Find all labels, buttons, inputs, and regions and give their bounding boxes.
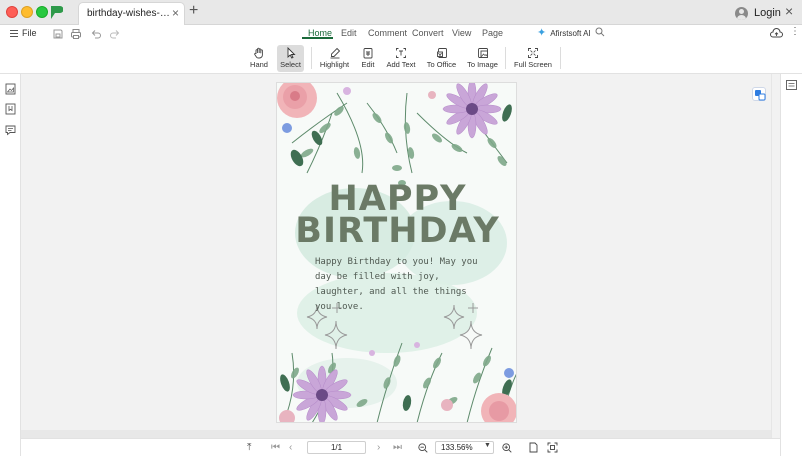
fullscreen-icon	[528, 48, 538, 58]
edit-icon	[363, 48, 373, 59]
app-logo-icon	[51, 6, 63, 19]
ai-assistant-button[interactable]: ✦ Afirstsoft AI	[537, 27, 591, 39]
last-page-icon[interactable]: ⏭	[393, 442, 402, 453]
left-sidebar	[0, 74, 21, 456]
new-tab-button[interactable]: +	[189, 2, 198, 20]
document-tab[interactable]: birthday-wishes-for-w... ×	[78, 2, 185, 25]
search-icon[interactable]	[595, 27, 605, 37]
hand-tool-label: Hand	[250, 60, 268, 69]
first-page-icon[interactable]: ⤒	[247, 442, 251, 453]
select-tool-button[interactable]: Select	[277, 45, 304, 72]
cloud-upload-icon[interactable]	[770, 28, 783, 38]
comments-icon[interactable]	[5, 124, 16, 136]
thumbnails-icon[interactable]	[5, 83, 16, 95]
floral-artwork	[277, 83, 516, 422]
highlight-tool-label: Highlight	[319, 60, 350, 69]
minimize-window-button[interactable]	[21, 6, 33, 18]
birthday-message: Happy Birthday to you! May you day be fi…	[315, 257, 478, 312]
tab-page[interactable]: Page	[482, 28, 503, 38]
headline-birthday: BIRTHDAY	[295, 211, 500, 251]
toolbar-separator	[311, 47, 312, 69]
tab-comment[interactable]: Comment	[368, 28, 407, 38]
bookmark-icon[interactable]	[5, 103, 16, 115]
fit-screen-icon[interactable]	[547, 442, 558, 453]
document-tab-title: birthday-wishes-for-w...	[87, 8, 171, 19]
add-text-tool-button[interactable]: Add Text	[385, 45, 417, 72]
page-number-input[interactable]: 1/1	[307, 441, 366, 454]
zoom-in-icon[interactable]	[502, 443, 512, 453]
active-tab-indicator	[302, 37, 333, 39]
toolbar-separator	[505, 47, 506, 69]
ai-sparkle-icon: ✦	[537, 27, 547, 39]
pdf-page: HAPPY BIRTHDAY Happy Birthday to you! Ma…	[276, 82, 517, 423]
close-tab-icon[interactable]: ×	[172, 6, 179, 20]
title-bar: birthday-wishes-for-w... × + Login ×	[0, 0, 802, 25]
highlight-tool-button[interactable]: Highlight	[318, 45, 351, 72]
login-button[interactable]: Login	[735, 5, 781, 21]
single-page-view-icon[interactable]	[529, 442, 538, 453]
full-screen-tool-button[interactable]: Full Screen	[513, 45, 553, 72]
select-tool-label: Select	[280, 60, 301, 69]
undo-icon[interactable]	[90, 28, 102, 40]
save-icon[interactable]	[52, 28, 64, 40]
to-image-tool-button[interactable]: To Image	[466, 45, 499, 72]
ribbon-toolbar: Hand Select Highlight Edit Add Text To O…	[0, 43, 802, 74]
highlight-icon	[330, 47, 340, 59]
user-icon	[735, 6, 748, 20]
menu-bar: File Home Edit Comment Convert View Page…	[0, 25, 802, 43]
login-label: Login	[754, 7, 781, 19]
previous-page-icon[interactable]: ‹	[289, 442, 292, 453]
to-image-tool-label: To Image	[467, 60, 498, 69]
tab-convert[interactable]: Convert	[412, 28, 444, 38]
add-text-icon	[396, 48, 406, 58]
jump-start-icon[interactable]: ⏮	[271, 442, 280, 453]
tab-edit[interactable]: Edit	[341, 28, 357, 38]
vertical-scrollbar[interactable]	[771, 74, 780, 438]
hand-tool-button[interactable]: Hand	[247, 45, 271, 72]
tab-view[interactable]: View	[452, 28, 471, 38]
zoom-out-icon[interactable]	[418, 443, 428, 453]
full-screen-tool-label: Full Screen	[514, 60, 552, 69]
edit-tool-label: Edit	[361, 60, 375, 69]
file-menu-label: File	[22, 28, 37, 38]
more-options-icon[interactable]: ⋮	[790, 26, 800, 37]
add-text-tool-label: Add Text	[386, 60, 416, 69]
toolbar-separator	[560, 47, 561, 69]
maximize-window-button[interactable]	[36, 6, 48, 18]
chevron-down-icon: ▼	[484, 442, 491, 449]
close-window-button[interactable]	[6, 6, 18, 18]
file-menu-button[interactable]: File	[10, 28, 37, 38]
redo-icon[interactable]	[109, 28, 121, 40]
hand-icon	[254, 47, 263, 59]
translate-icon[interactable]	[752, 87, 766, 101]
to-office-tool-label: To Office	[426, 60, 457, 69]
status-bar: ⤒ ⏮ ‹ 1/1 › ⏭ 133.56% ▼	[21, 438, 780, 456]
close-app-icon[interactable]: ×	[785, 3, 793, 19]
edit-tool-button[interactable]: Edit	[358, 45, 378, 72]
to-image-icon	[477, 48, 488, 58]
next-page-icon[interactable]: ›	[377, 442, 380, 453]
to-office-tool-button[interactable]: To Office	[424, 45, 459, 72]
hamburger-icon	[10, 29, 18, 37]
cursor-icon	[287, 47, 296, 59]
properties-panel-icon[interactable]	[786, 80, 797, 90]
horizontal-scrollbar[interactable]	[21, 430, 771, 438]
to-office-icon	[436, 48, 447, 58]
ai-assistant-label: Afirstsoft AI	[550, 28, 591, 38]
right-sidebar	[780, 74, 802, 456]
print-icon[interactable]	[70, 28, 82, 40]
